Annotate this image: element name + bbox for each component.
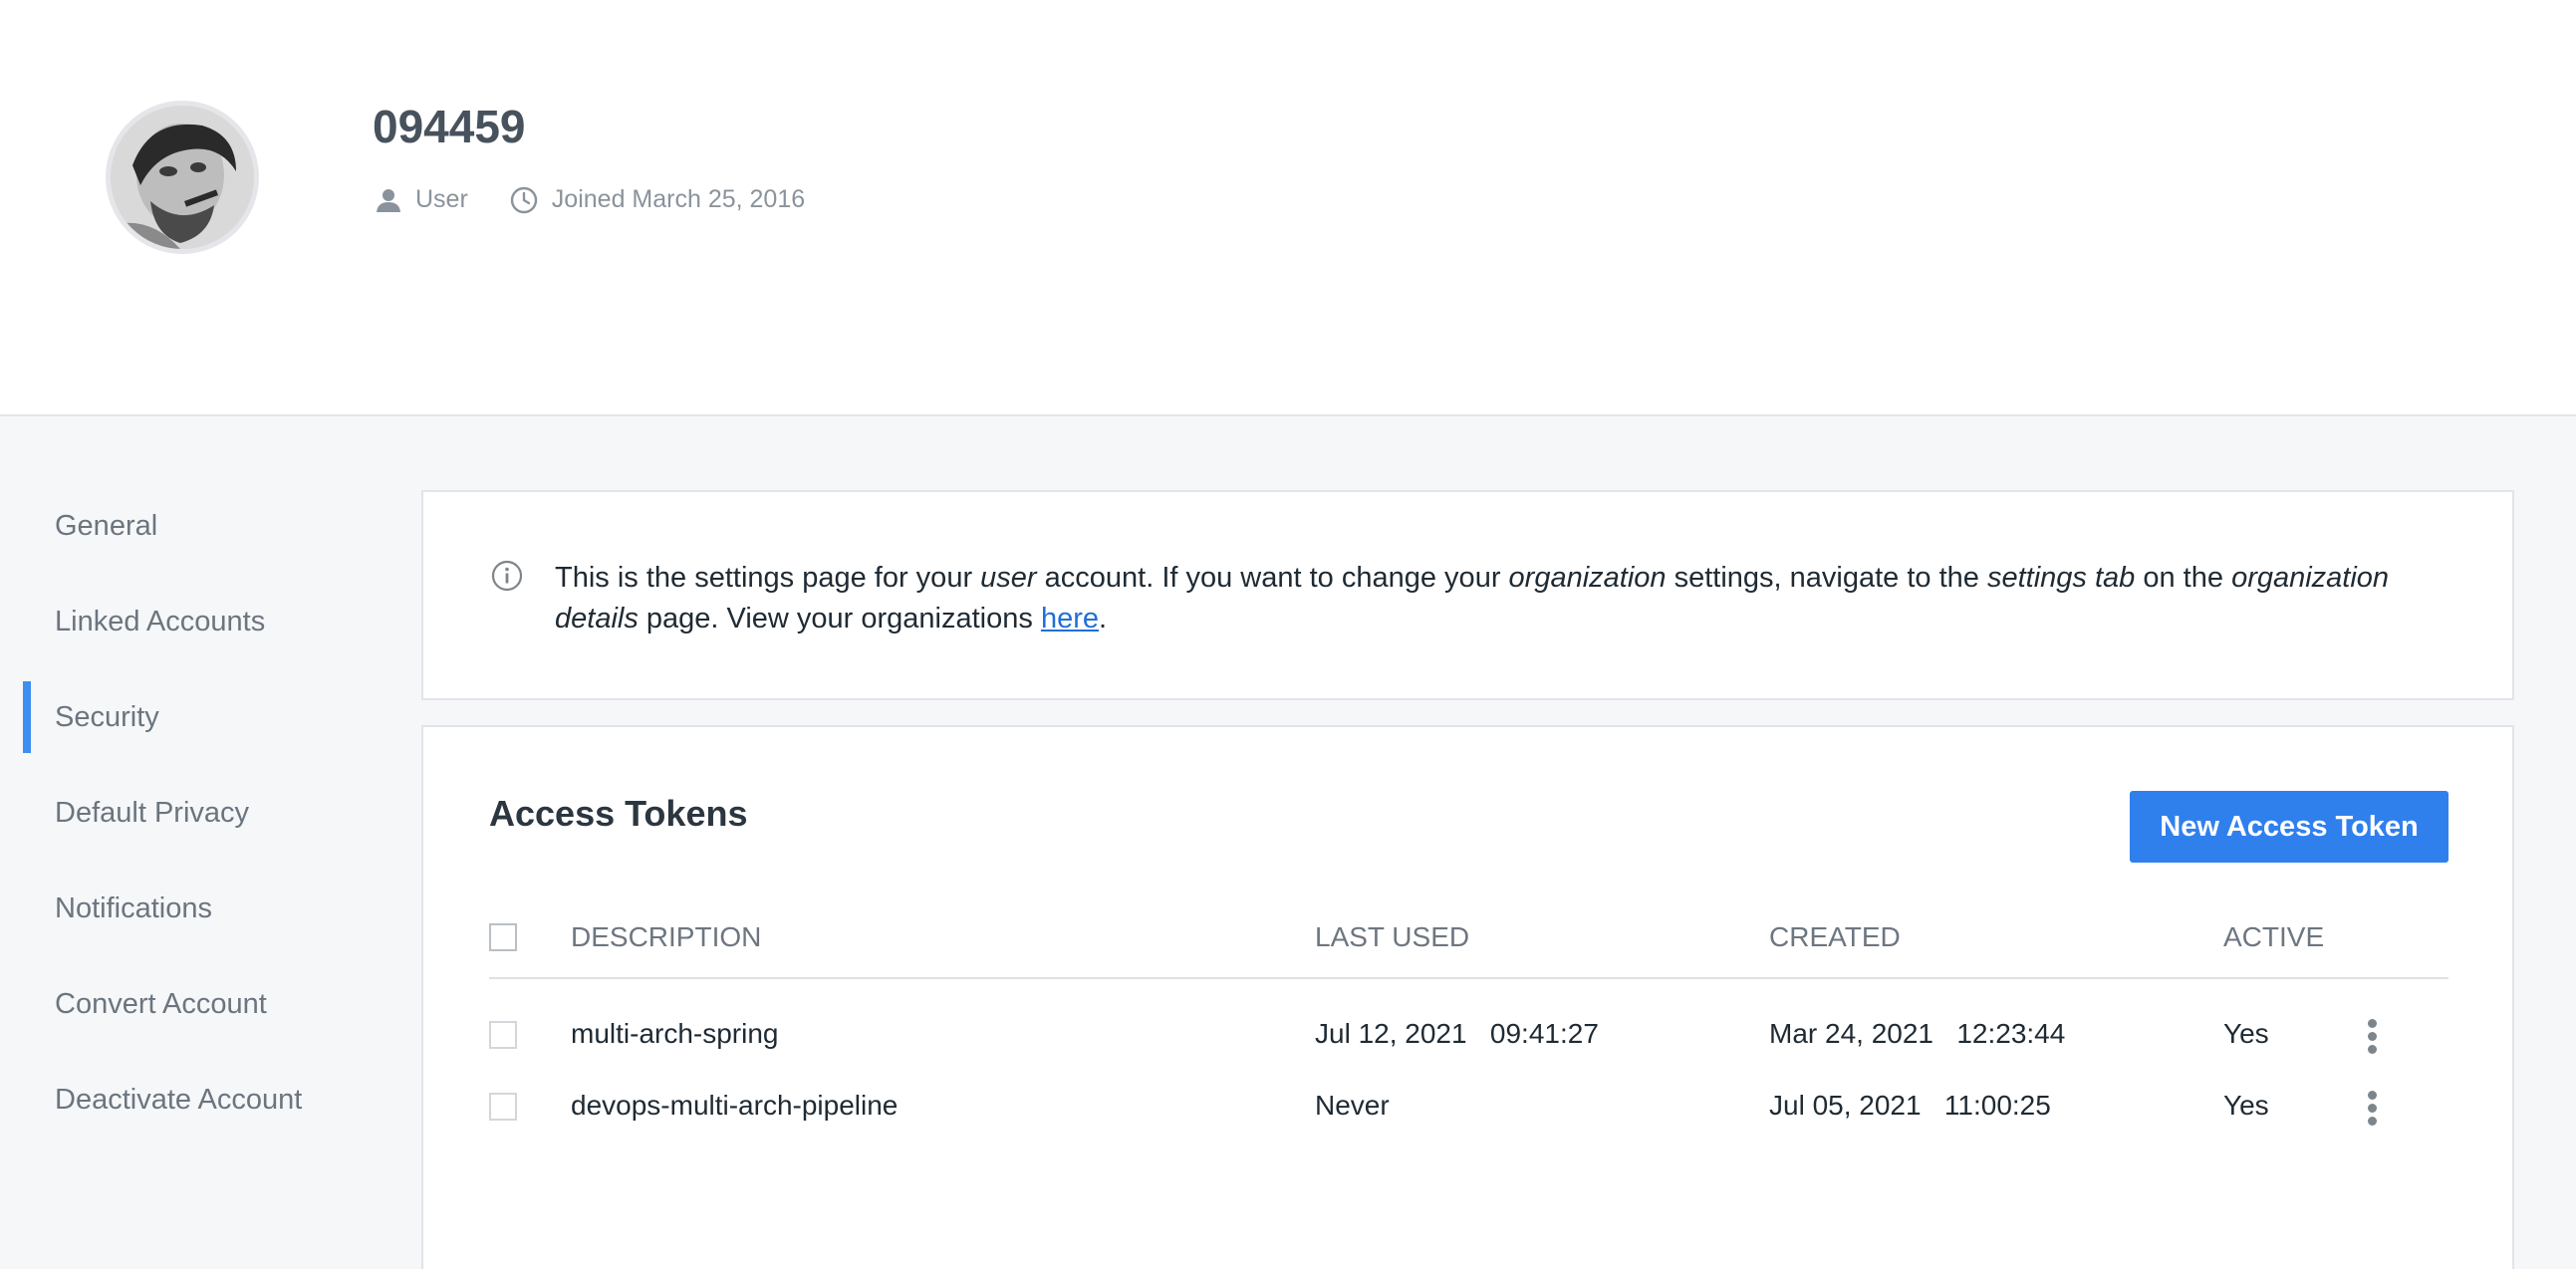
info-text-part: page. View your organizations xyxy=(638,603,1041,634)
role-meta: User xyxy=(376,185,468,214)
table-row: multi-arch-spring Jul 12, 2021 09:41:27 … xyxy=(489,999,2448,1071)
info-text-part: This is the settings page for your xyxy=(555,562,981,594)
info-text-part: account. If you want to change your xyxy=(1036,562,1509,594)
row-checkbox[interactable] xyxy=(489,1093,517,1121)
new-access-token-button[interactable]: New Access Token xyxy=(2130,791,2448,863)
token-last-used: Jul 12, 2021 09:41:27 xyxy=(1315,1018,1599,1049)
token-last-used: Never xyxy=(1315,1090,1390,1121)
column-description: DESCRIPTION xyxy=(571,921,762,952)
row-checkbox[interactable] xyxy=(489,1021,517,1049)
kebab-menu-icon[interactable] xyxy=(2362,1091,2382,1126)
token-created: Jul 05, 2021 11:00:25 xyxy=(1769,1090,2051,1121)
username: 094459 xyxy=(373,101,526,152)
joined-meta: Joined March 25, 2016 xyxy=(510,185,805,214)
info-text-part: settings, navigate to the xyxy=(1666,562,1987,594)
settings-sidebar: General Linked Accounts Security Default… xyxy=(0,478,379,1147)
info-card: This is the settings page for your user … xyxy=(421,490,2514,700)
sidebar-item-linked-accounts[interactable]: Linked Accounts xyxy=(0,574,379,669)
token-description: multi-arch-spring xyxy=(571,1018,779,1049)
avatar xyxy=(106,101,259,254)
profile-header: 094459 User Joined March 25, 2016 xyxy=(0,0,2576,416)
table-header: DESCRIPTION LAST USED CREATED ACTIVE xyxy=(489,921,2448,979)
sidebar-item-notifications[interactable]: Notifications xyxy=(0,861,379,956)
token-active: Yes xyxy=(2223,1090,2269,1121)
column-last-used: LAST USED xyxy=(1315,921,1470,952)
info-text-part: . xyxy=(1098,603,1108,634)
profile-meta: User Joined March 25, 2016 xyxy=(376,185,805,214)
sidebar-item-deactivate-account[interactable]: Deactivate Account xyxy=(0,1052,379,1147)
info-text-part: on the xyxy=(2135,562,2232,594)
sidebar-item-general[interactable]: General xyxy=(0,478,379,574)
kebab-menu-icon[interactable] xyxy=(2362,1019,2382,1054)
role-label: User xyxy=(415,185,468,213)
sidebar-item-convert-account[interactable]: Convert Account xyxy=(0,956,379,1052)
column-created: CREATED xyxy=(1769,921,1901,952)
token-active: Yes xyxy=(2223,1018,2269,1049)
select-all-checkbox[interactable] xyxy=(489,923,517,951)
sidebar-item-security[interactable]: Security xyxy=(0,669,379,765)
clock-icon xyxy=(510,186,538,214)
access-tokens-card: Access Tokens New Access Token DESCRIPTI… xyxy=(421,725,2514,1269)
column-active: ACTIVE xyxy=(2223,921,2325,952)
token-description: devops-multi-arch-pipeline xyxy=(571,1090,899,1121)
table-row: devops-multi-arch-pipeline Never Jul 05,… xyxy=(489,1071,2448,1142)
info-emphasis: organization xyxy=(1508,562,1667,594)
token-created: Mar 24, 2021 12:23:44 xyxy=(1769,1018,2066,1049)
access-tokens-title: Access Tokens xyxy=(489,793,748,834)
info-message: This is the settings page for your user … xyxy=(555,558,2467,639)
info-icon xyxy=(491,560,523,597)
info-emphasis: user xyxy=(980,562,1037,594)
sidebar-item-default-privacy[interactable]: Default Privacy xyxy=(0,765,379,861)
user-icon xyxy=(376,187,401,213)
joined-label: Joined March 25, 2016 xyxy=(551,185,806,213)
organizations-link[interactable]: here xyxy=(1041,603,1099,634)
info-emphasis: settings tab xyxy=(1986,562,2136,594)
